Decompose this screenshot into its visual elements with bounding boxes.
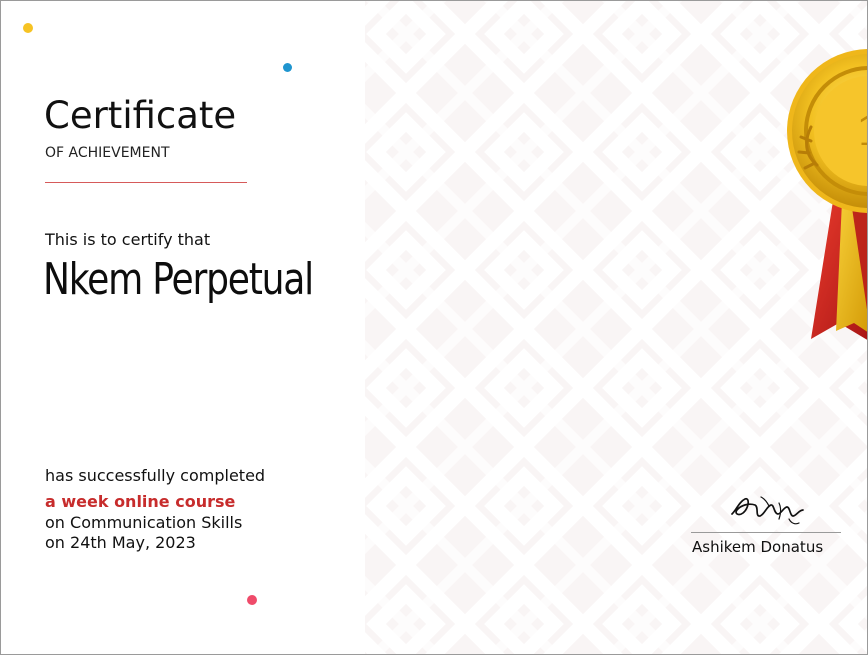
course-name: a week online course xyxy=(45,492,236,511)
certificate-subtitle: OF ACHIEVEMENT xyxy=(45,145,170,161)
signature-line xyxy=(691,532,841,533)
signer-name: Ashikem Donatus xyxy=(692,538,824,556)
title-divider xyxy=(45,182,247,183)
yellow-dot-decoration xyxy=(23,23,33,33)
recipient-name: Nkem Perpetual xyxy=(43,254,314,305)
signature-icon xyxy=(731,496,804,525)
certify-statement: This is to certify that xyxy=(45,230,211,249)
certificate-title: Certificate xyxy=(44,94,237,137)
completion-date: on 24th May, 2023 xyxy=(45,533,196,552)
pink-dot-decoration xyxy=(247,595,257,605)
completion-statement: has successfully completed xyxy=(45,466,266,485)
certificate: Certificate OF ACHIEVEMENT This is to ce… xyxy=(0,0,868,655)
course-topic: on Communication Skills xyxy=(45,513,243,532)
gold-medal-icon: 1 xyxy=(787,49,868,340)
medal-number-icon: 1 xyxy=(856,108,868,155)
blue-dot-decoration xyxy=(283,63,292,72)
